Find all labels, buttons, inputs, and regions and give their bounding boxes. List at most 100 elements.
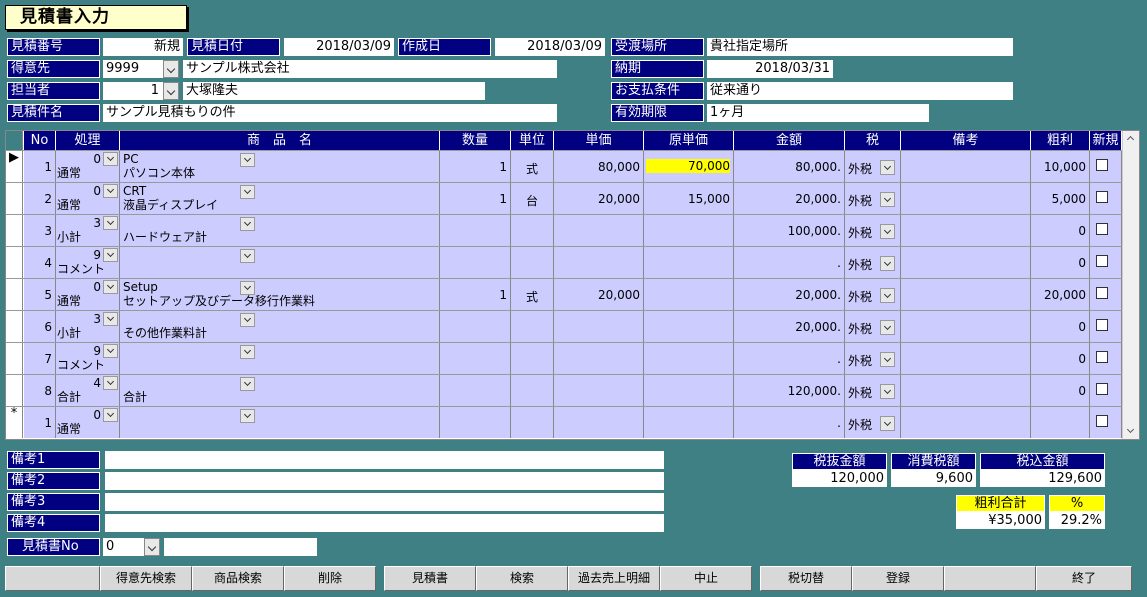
cell-prod[interactable]: ハードウェア計	[120, 215, 440, 246]
cell-new[interactable]	[1090, 407, 1122, 438]
customer-code-combo[interactable]: 9999	[103, 60, 179, 78]
scroll-down-icon[interactable]	[1123, 423, 1139, 439]
chevron-down-icon[interactable]	[103, 312, 118, 326]
scroll-up-icon[interactable]	[1123, 131, 1139, 147]
cell-proc[interactable]: 0 通常	[56, 407, 120, 438]
chevron-down-icon[interactable]	[103, 216, 118, 230]
chevron-down-icon[interactable]	[103, 280, 118, 294]
cell-unit[interactable]: 式	[511, 151, 554, 182]
cell-unit[interactable]	[511, 407, 554, 438]
cell-proc[interactable]: 4 合計	[56, 375, 120, 406]
cell-price[interactable]: 80,000	[554, 151, 644, 182]
cell-tax[interactable]: 外税	[845, 343, 901, 374]
cell-amount[interactable]: .	[734, 407, 845, 438]
cell-cost[interactable]	[644, 247, 734, 278]
cell-no[interactable]: 2	[24, 183, 56, 214]
chevron-down-icon[interactable]	[103, 152, 118, 166]
cell-amount[interactable]: .	[734, 343, 845, 374]
cell-profit[interactable]: 5,000	[1031, 183, 1090, 214]
cell-price[interactable]: 20,000	[554, 183, 644, 214]
cell-no[interactable]: 5	[24, 279, 56, 310]
cell-tax[interactable]: 外税	[845, 375, 901, 406]
chevron-down-icon[interactable]	[103, 376, 118, 390]
cell-cost[interactable]: 70,000	[644, 151, 734, 182]
cell-tax[interactable]: 外税	[845, 311, 901, 342]
cell-tax[interactable]: 外税	[845, 279, 901, 310]
cell-no[interactable]: 4	[24, 247, 56, 278]
cell-tax[interactable]: 外税	[845, 215, 901, 246]
cell-new[interactable]	[1090, 279, 1122, 310]
due-field[interactable]: 2018/03/31	[707, 60, 833, 78]
cell-proc[interactable]: 9 コメント	[56, 247, 120, 278]
cell-unit[interactable]	[511, 375, 554, 406]
payment-field[interactable]: 従来通り	[707, 82, 1013, 100]
row-selector[interactable]	[6, 215, 23, 246]
cell-note[interactable]	[901, 343, 1031, 374]
row-selector[interactable]	[6, 279, 23, 310]
est-no-field[interactable]: 新規	[103, 38, 183, 56]
cell-new[interactable]	[1090, 247, 1122, 278]
cell-cost[interactable]: 15,000	[644, 183, 734, 214]
cell-price[interactable]	[554, 407, 644, 438]
chevron-down-icon[interactable]	[240, 313, 255, 327]
product-search-button[interactable]: 商品検索	[192, 566, 284, 591]
cell-qty[interactable]	[440, 215, 511, 246]
subject-field[interactable]: サンプル見積もりの件	[103, 104, 557, 122]
cell-unit[interactable]	[511, 343, 554, 374]
cell-amount[interactable]: 80,000.	[734, 151, 845, 182]
row-selector[interactable]	[6, 183, 23, 214]
row-selector[interactable]	[6, 311, 23, 342]
cell-price[interactable]	[554, 247, 644, 278]
cell-proc[interactable]: 3 小計	[56, 311, 120, 342]
row-selector[interactable]: ▶	[6, 151, 23, 182]
cell-profit[interactable]: 0	[1031, 215, 1090, 246]
cell-amount[interactable]: 100,000.	[734, 215, 845, 246]
cell-profit[interactable]: 0	[1031, 311, 1090, 342]
cell-profit[interactable]: 0	[1031, 247, 1090, 278]
cost-value-active[interactable]: 70,000	[646, 159, 730, 173]
chevron-down-icon[interactable]	[144, 538, 160, 556]
chevron-down-icon[interactable]	[240, 249, 255, 263]
cell-note[interactable]	[901, 375, 1031, 406]
table-row[interactable]: 6 3 小計 その他作業料計 20,000. 外税 0	[6, 310, 1122, 342]
table-row[interactable]: 4 9 コメント. 外税 0	[6, 246, 1122, 278]
chevron-down-icon[interactable]	[880, 416, 895, 431]
new-checkbox[interactable]	[1096, 159, 1108, 171]
cell-note[interactable]	[901, 183, 1031, 214]
cell-qty[interactable]	[440, 375, 511, 406]
cell-note[interactable]	[901, 311, 1031, 342]
cell-profit[interactable]: 0	[1031, 375, 1090, 406]
cell-cost[interactable]	[644, 215, 734, 246]
cell-qty[interactable]: 1	[440, 279, 511, 310]
cell-cost[interactable]	[644, 311, 734, 342]
table-row[interactable]: 5 0 通常 Setup セットアップ及びデータ移行作業料 1 式 20,000 20,000.…	[6, 278, 1122, 310]
cell-no[interactable]: 8	[24, 375, 56, 406]
est-doc-name-field[interactable]	[164, 538, 317, 556]
cell-prod[interactable]: CRT 液晶ディスプレイ	[120, 183, 440, 214]
table-row[interactable]: * 1 0 通常. 外税	[6, 406, 1122, 438]
cell-note[interactable]	[901, 279, 1031, 310]
cell-unit[interactable]	[511, 247, 554, 278]
chevron-down-icon[interactable]	[240, 217, 255, 231]
cell-tax[interactable]: 外税	[845, 407, 901, 438]
f1-button[interactable]	[5, 566, 100, 591]
row-selector[interactable]	[6, 375, 23, 406]
cell-proc[interactable]: 0 通常	[56, 279, 120, 310]
chevron-down-icon[interactable]	[240, 345, 255, 359]
cell-prod[interactable]: 合計	[120, 375, 440, 406]
note2-field[interactable]	[105, 472, 664, 490]
cell-unit[interactable]	[511, 311, 554, 342]
chevron-down-icon[interactable]	[240, 153, 255, 167]
chevron-down-icon[interactable]	[880, 224, 895, 239]
row-selector[interactable]	[6, 343, 23, 374]
cell-qty[interactable]	[440, 407, 511, 438]
new-checkbox[interactable]	[1096, 287, 1108, 299]
customer-search-button[interactable]: 得意先検索	[100, 566, 192, 591]
cell-price[interactable]	[554, 311, 644, 342]
new-checkbox[interactable]	[1096, 191, 1108, 203]
cell-new[interactable]	[1090, 151, 1122, 182]
search-button[interactable]: 検索	[476, 566, 568, 591]
cell-qty[interactable]	[440, 247, 511, 278]
table-row[interactable]: 2 0 通常 CRT 液晶ディスプレイ 1 台 20,000 15,000 20,000. 外税 5,…	[6, 182, 1122, 214]
cell-profit[interactable]: 20,000	[1031, 279, 1090, 310]
